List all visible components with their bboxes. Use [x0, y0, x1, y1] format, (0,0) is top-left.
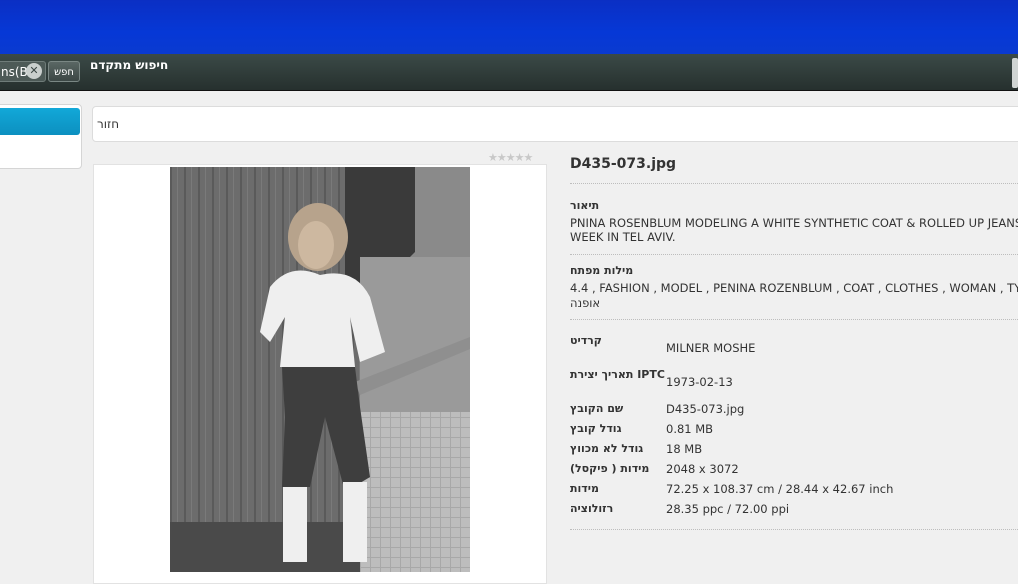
keywords-label: מילות מפתח: [570, 264, 634, 277]
file-size-value: 0.81 MB: [666, 422, 714, 436]
keywords-line-1[interactable]: 4.4 , FASHION , MODEL , PENINA ROZENBLUM…: [570, 281, 1018, 295]
keywords-line-2[interactable]: אופנה: [570, 296, 600, 310]
advanced-search-link[interactable]: חיפוש מתקדם: [90, 58, 168, 72]
side-panel-tab[interactable]: [0, 108, 80, 135]
dimensions-value: 72.25 x 108.37 cm / 28.44 x 42.67 inch: [666, 482, 894, 496]
pixel-dimensions-label: מידות ( פיקסל): [570, 462, 650, 475]
file-name-value: D435-073.jpg: [666, 402, 745, 416]
description-line-2: WEEK IN TEL AVIV.: [570, 230, 676, 244]
divider: [570, 319, 1018, 320]
search-button[interactable]: חפש: [48, 61, 80, 82]
preview-photo[interactable]: [170, 167, 470, 572]
resolution-value: 28.35 ppc / 72.00 ppi: [666, 502, 790, 516]
clear-search-icon[interactable]: ✕: [26, 63, 42, 79]
dimensions-label: מידות: [570, 482, 599, 495]
file-size-label: גודל קובץ: [570, 422, 622, 435]
resolution-label: רזולוציה: [570, 502, 614, 515]
scrollbar[interactable]: [1012, 58, 1018, 88]
divider: [570, 254, 1018, 255]
iptc-date-label: תאריך יצירת IPTC: [570, 368, 665, 381]
credit-label: קרדיט: [570, 334, 602, 347]
description-line-1: PNINA ROSENBLUM MODELING A WHITE SYNTHET…: [570, 216, 1018, 230]
photo-image: [170, 167, 470, 572]
credit-value: MILNER MOSHE: [666, 341, 756, 355]
rating-stars[interactable]: ★★★★★: [488, 151, 533, 164]
iptc-date-value: 1973-02-13: [666, 375, 733, 389]
divider: [570, 183, 1018, 184]
divider: [570, 529, 1018, 530]
top-banner: [0, 0, 1018, 54]
file-title: D435-073.jpg: [570, 156, 677, 172]
back-link[interactable]: חזור: [97, 117, 119, 131]
back-bar: [92, 106, 1018, 142]
uncompressed-size-label: גודל לא מכווץ: [570, 442, 644, 455]
pixel-dimensions-value: 2048 x 3072: [666, 462, 739, 476]
description-label: תיאור: [570, 199, 600, 212]
file-name-label: שם הקובץ: [570, 402, 624, 415]
uncompressed-size-value: 18 MB: [666, 442, 703, 456]
